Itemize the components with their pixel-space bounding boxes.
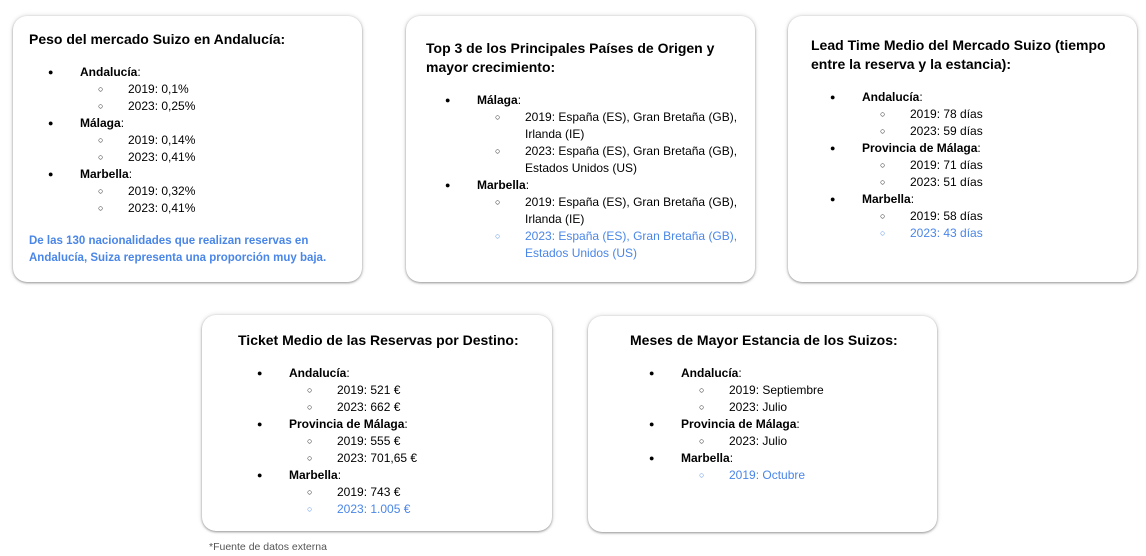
region-name: Provincia de Málaga: [862, 141, 978, 155]
list-item: 2023: Julio: [681, 399, 921, 416]
list-item: 2023: España (ES), Gran Bretaña (GB), Es…: [477, 228, 739, 262]
list-item: Andalucía: 2019: 78 días 2023: 59 días: [811, 89, 1121, 140]
list-item: 2019: 78 días: [862, 106, 1121, 123]
top-origin-countries-card: Top 3 de los Principales Países de Orige…: [406, 16, 755, 282]
list-item: 2023: 43 días: [862, 225, 1121, 242]
list-item: Málaga: 2019: España (ES), Gran Bretaña …: [426, 92, 739, 177]
region-name: Málaga: [80, 116, 121, 130]
list-item: 2019: España (ES), Gran Bretaña (GB), Ir…: [477, 194, 739, 228]
list-item: 2023: 0,41%: [80, 200, 346, 217]
list-item: 2019: 521 €: [289, 382, 536, 399]
region-name: Andalucía: [80, 65, 138, 79]
source-footnote: *Fuente de datos externa: [209, 541, 327, 553]
card-title: Ticket Medio de las Reservas por Destino…: [238, 332, 519, 348]
list-item: Andalucía: 2019: 521 € 2023: 662 €: [238, 365, 536, 416]
list-item: 2023: 1.005 €: [289, 501, 536, 518]
card-title: Meses de Mayor Estancia de los Suizos:: [630, 332, 898, 348]
list-item: 2023: 51 días: [862, 174, 1121, 191]
average-ticket-card: Ticket Medio de las Reservas por Destino…: [202, 315, 552, 531]
list-item: Andalucía: 2019: Septiembre 2023: Julio: [630, 365, 921, 416]
list-item: 2023: 59 días: [862, 123, 1121, 140]
region-name: Andalucía: [289, 366, 347, 380]
region-name: Marbella: [289, 468, 338, 482]
list-item: 2019: 0,1%: [80, 81, 346, 98]
list-item: Marbella: 2019: Octubre: [630, 450, 921, 484]
region-name: Andalucía: [862, 90, 920, 104]
note-text: De las 130 nacionalidades que realizan r…: [29, 235, 327, 264]
list-item: Provincia de Málaga: 2019: 71 días 2023:…: [811, 140, 1121, 191]
region-name: Marbella: [862, 192, 911, 206]
region-name: Marbella: [477, 178, 526, 192]
list-item: Málaga: 2019: 0,14% 2023: 0,41%: [29, 115, 346, 166]
region-list: Andalucía: 2019: 0,1% 2023: 0,25% Málaga…: [29, 64, 346, 217]
list-item: 2019: 0,32%: [80, 183, 346, 200]
region-list: Andalucía: 2019: 78 días 2023: 59 días P…: [811, 89, 1121, 242]
list-item: 2019: 743 €: [289, 484, 536, 501]
list-item: Andalucía: 2019: 0,1% 2023: 0,25%: [29, 64, 346, 115]
list-item: Provincia de Málaga: 2019: 555 € 2023: 7…: [238, 416, 536, 467]
list-item: 2019: España (ES), Gran Bretaña (GB), Ir…: [477, 109, 739, 143]
region-name: Provincia de Málaga: [289, 417, 405, 431]
region-list: Andalucía: 2019: 521 € 2023: 662 € Provi…: [238, 365, 536, 518]
list-item: 2019: 71 días: [862, 157, 1121, 174]
region-name: Andalucía: [681, 366, 739, 380]
card-title: Lead Time Medio del Mercado Suizo (tiemp…: [811, 37, 1106, 72]
list-item: Provincia de Málaga: 2023: Julio: [630, 416, 921, 450]
region-list: Málaga: 2019: España (ES), Gran Bretaña …: [426, 92, 739, 262]
list-item: Marbella: 2019: 0,32% 2023: 0,41%: [29, 166, 346, 217]
list-item: 2023: 662 €: [289, 399, 536, 416]
list-item: Marbella: 2019: 58 días 2023: 43 días: [811, 191, 1121, 242]
list-item: 2019: Septiembre: [681, 382, 921, 399]
region-name: Málaga: [477, 93, 518, 107]
list-item: 2019: 555 €: [289, 433, 536, 450]
list-item: 2023: 0,25%: [80, 98, 346, 115]
list-item: Marbella: 2019: 743 € 2023: 1.005 €: [238, 467, 536, 518]
region-list: Andalucía: 2019: Septiembre 2023: Julio …: [630, 365, 921, 484]
peak-months-card: Meses de Mayor Estancia de los Suizos: A…: [588, 316, 937, 532]
card-title: Top 3 de los Principales Países de Orige…: [426, 40, 715, 75]
region-name: Provincia de Málaga: [681, 417, 797, 431]
market-weight-card: Peso del mercado Suizo en Andalucía: And…: [13, 16, 362, 282]
list-item: 2019: 0,14%: [80, 132, 346, 149]
list-item: Marbella: 2019: España (ES), Gran Bretañ…: [426, 177, 739, 262]
list-item: 2019: 58 días: [862, 208, 1121, 225]
lead-time-card: Lead Time Medio del Mercado Suizo (tiemp…: [788, 16, 1137, 282]
list-item: 2019: Octubre: [681, 467, 921, 484]
list-item: 2023: 701,65 €: [289, 450, 536, 467]
list-item: 2023: España (ES), Gran Bretaña (GB), Es…: [477, 143, 739, 177]
region-name: Marbella: [681, 451, 730, 465]
list-item: 2023: Julio: [681, 433, 921, 450]
list-item: 2023: 0,41%: [80, 149, 346, 166]
card-title: Peso del mercado Suizo en Andalucía:: [29, 31, 286, 47]
region-name: Marbella: [80, 167, 129, 181]
